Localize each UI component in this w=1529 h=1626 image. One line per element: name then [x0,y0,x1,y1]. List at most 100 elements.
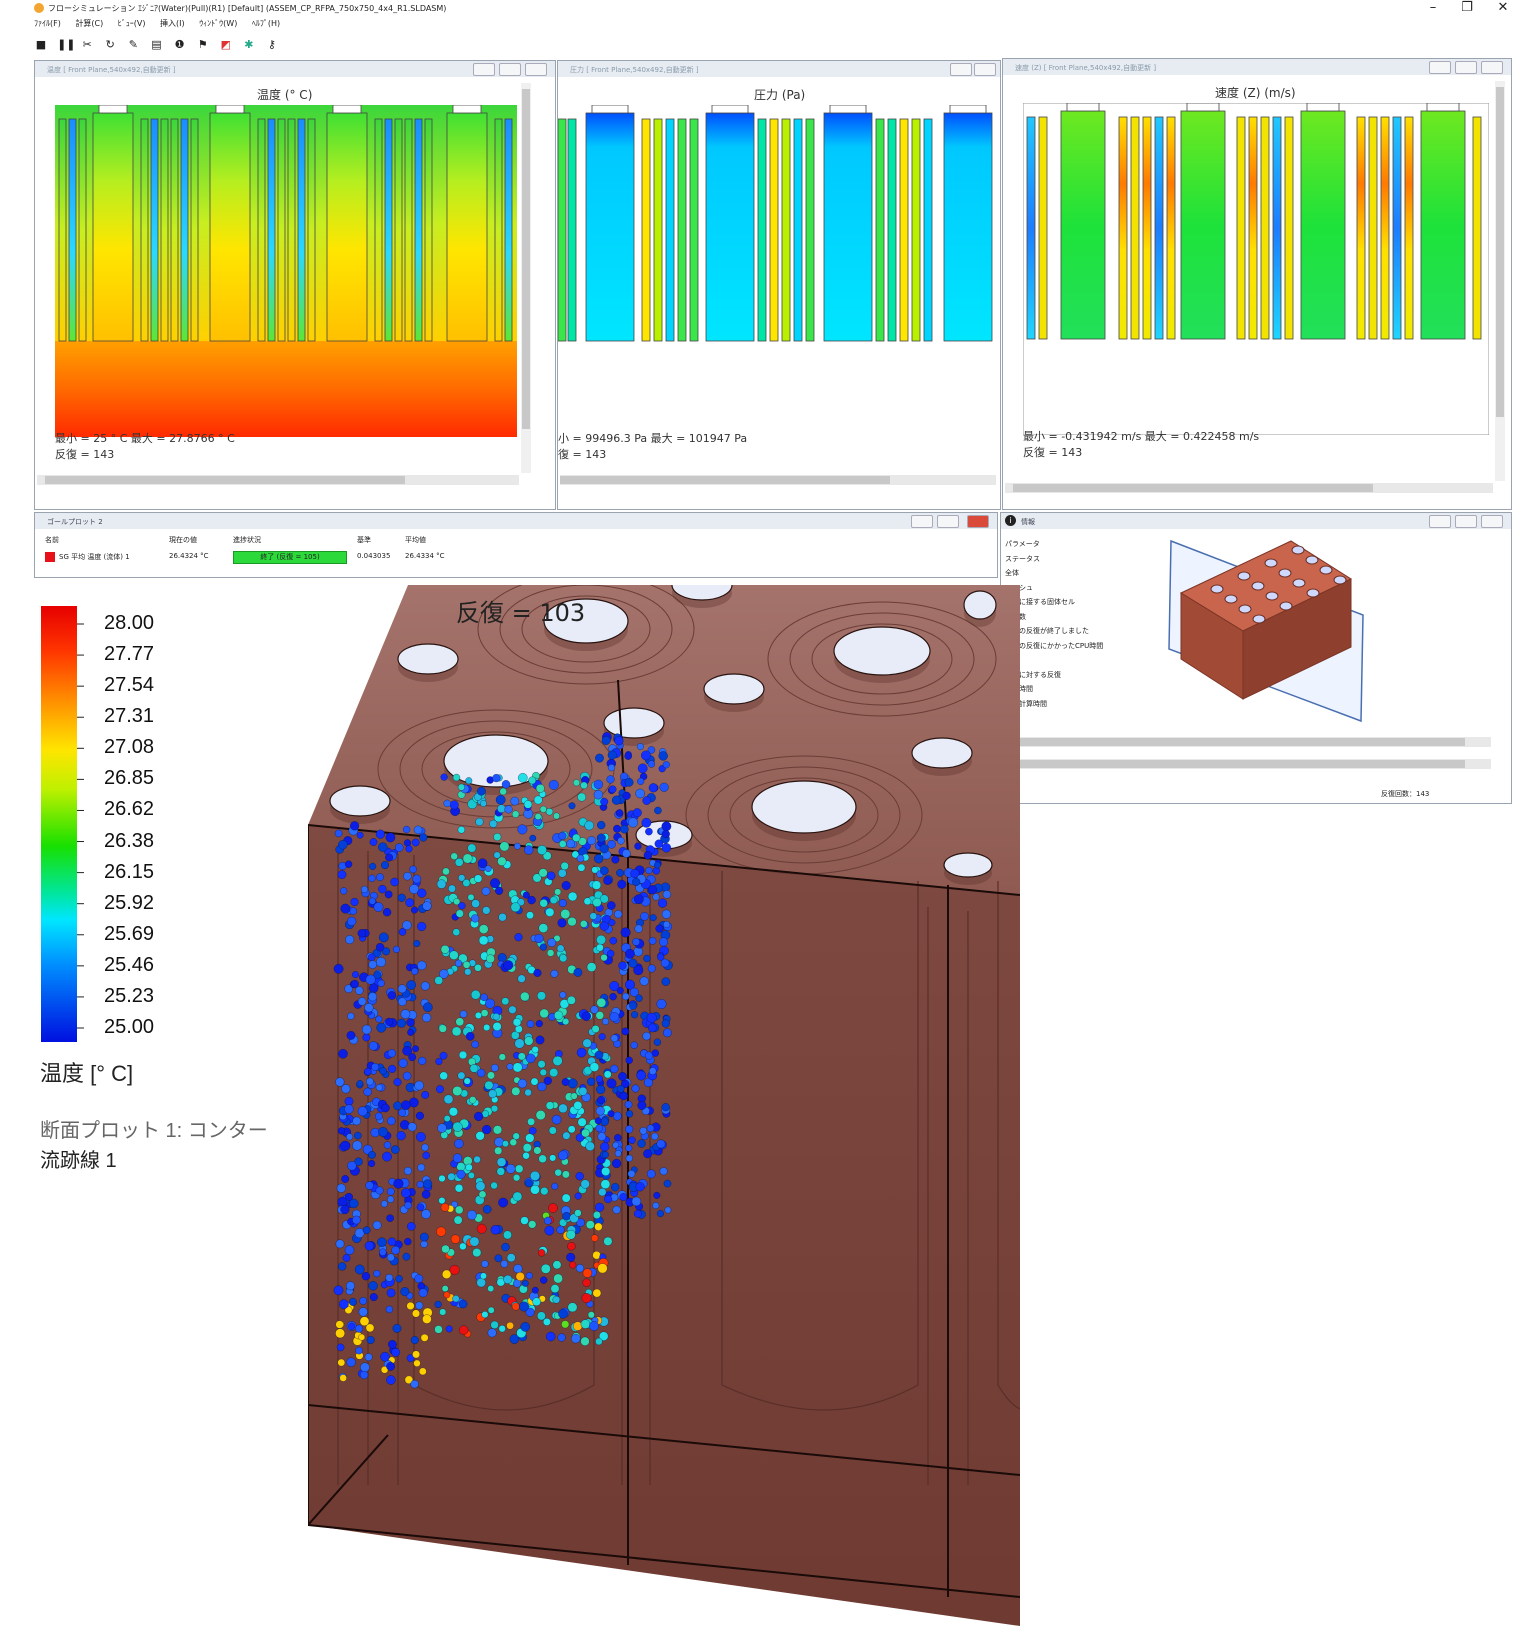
particle [539,1008,549,1019]
fin-section [1038,116,1048,340]
panel-minimize-button[interactable] [1429,515,1451,528]
info-list-item[interactable]: ステータス [1005,552,1155,567]
velocity-vscroll[interactable] [1495,81,1505,481]
menu-help[interactable]: ﾍﾙﾌﾟ(H) [252,19,280,28]
particle [661,821,672,832]
panel-settings-button[interactable] [499,63,521,76]
particle [385,1017,394,1026]
info-list-item[interactable]: 推定計算時間 [1005,697,1155,712]
info-list-item[interactable]: 流体に接する固体セル [1005,595,1155,610]
panel-restore-button[interactable] [1455,515,1477,528]
refresh-icon[interactable]: ↻ [103,38,117,52]
pin-icon[interactable]: ✎ [126,38,140,52]
particle [663,1028,672,1038]
particle [535,784,545,793]
particle [458,1050,468,1060]
info-list-item[interactable]: 最後の反復にかかったCPU時間 [1005,639,1155,654]
cut-icon[interactable]: ✂ [80,38,94,52]
info-list-item[interactable]: 時間 [1005,653,1155,668]
goal-table-row[interactable]: SG 平均 温度 (流体) 1 26.4324 °C 終了 (反復 = 105)… [45,551,505,564]
panel-maximize-button[interactable] [1481,61,1503,74]
info-hscroll-2[interactable] [1005,759,1491,769]
particle [440,945,450,954]
menu-file[interactable]: ﾌｧｲﾙ(F) [34,19,61,28]
3d-viewport[interactable]: 反復 = 103 [308,585,1020,1626]
particle [469,1236,480,1247]
fin-section [1142,116,1152,340]
temperature-vscroll[interactable] [521,83,531,473]
info-list-item[interactable]: パラメータ [1005,537,1155,552]
particle [639,1127,648,1135]
info-list-item[interactable]: 全体 [1005,566,1155,581]
particle [448,1107,458,1117]
particle [476,1277,486,1288]
particle [416,1203,425,1211]
restore-button[interactable]: ❐ [1452,0,1482,15]
menu-insert[interactable]: 挿入(I) [160,19,185,28]
minimize-button[interactable]: – [1418,0,1448,15]
particle [412,1309,420,1318]
pause-icon[interactable]: ❚❚ [57,38,75,52]
particle [594,1222,603,1231]
info-list-item[interactable]: 反復数 [1005,610,1155,625]
temperature-hscroll[interactable] [37,475,519,485]
particle [420,1333,429,1342]
color-icon[interactable]: ✱ [242,38,256,52]
particle [603,1070,612,1079]
panel-options-button[interactable] [950,63,972,76]
thumbnail-hole [1319,565,1333,575]
cylinder-cap [1186,103,1220,112]
particle [528,776,537,785]
panel-maximize-button[interactable] [1481,515,1503,528]
chart-icon[interactable]: ◩ [219,38,233,52]
particle [421,1209,431,1219]
particle [663,1179,672,1188]
particle [511,1086,521,1096]
particle [347,916,357,926]
panel-settings-button[interactable] [1455,61,1477,74]
close-button[interactable]: ✕ [1488,0,1518,15]
velocity-hscroll[interactable] [1005,483,1493,493]
info-list-item[interactable]: メッシュ [1005,581,1155,596]
flag-icon[interactable]: ⚑ [196,38,210,52]
particle [421,1143,429,1152]
particle [661,977,671,986]
menu-view[interactable]: ﾋﾞｭｰ(V) [118,19,146,28]
window-title: フローシミュレーション ｴｼﾞﾆｱ(Water)(Pull)(R1) [Defa… [48,4,447,13]
panel-minimize-button[interactable] [911,515,933,528]
info-list-item[interactable]: 最後の反復が終了しました [1005,624,1155,639]
document-icon[interactable]: ▤ [149,38,163,52]
panel-close-button[interactable] [967,515,989,528]
particle [646,1169,656,1179]
panel-settings-button[interactable] [974,63,996,76]
info-list-item[interactable]: 経過時間 [1005,682,1155,697]
info-hscroll[interactable] [1005,737,1491,747]
menu-window[interactable]: ｳｨﾝﾄﾞｳ(W) [199,19,237,28]
particle [439,1308,447,1316]
particle [540,1263,551,1274]
info-icon[interactable]: ❶ [173,38,187,52]
panel-options-button[interactable] [473,63,495,76]
particle [413,1359,421,1367]
particle [506,1253,516,1263]
panel-maximize-button[interactable] [525,63,547,76]
particle [497,804,506,813]
particle [359,1316,370,1326]
particle [509,1138,517,1146]
particle [417,888,427,898]
pressure-hscroll[interactable] [560,475,996,485]
info-list-item[interactable]: 反復に対する反復 [1005,668,1155,683]
fin-section [781,118,791,342]
particle [527,1117,535,1126]
panel-restore-button[interactable] [937,515,959,528]
key-icon[interactable]: ⚷ [265,38,279,52]
menu-calculate[interactable]: 計算(C) [75,19,103,28]
stop-icon[interactable]: ■ [34,38,48,52]
panel-options-button[interactable] [1429,61,1451,74]
particle [580,920,588,928]
info-list-item[interactable]: 警告 [1005,711,1155,726]
particle [403,1166,412,1175]
particle [459,1325,469,1335]
particle [628,958,638,968]
particle [513,1264,523,1274]
